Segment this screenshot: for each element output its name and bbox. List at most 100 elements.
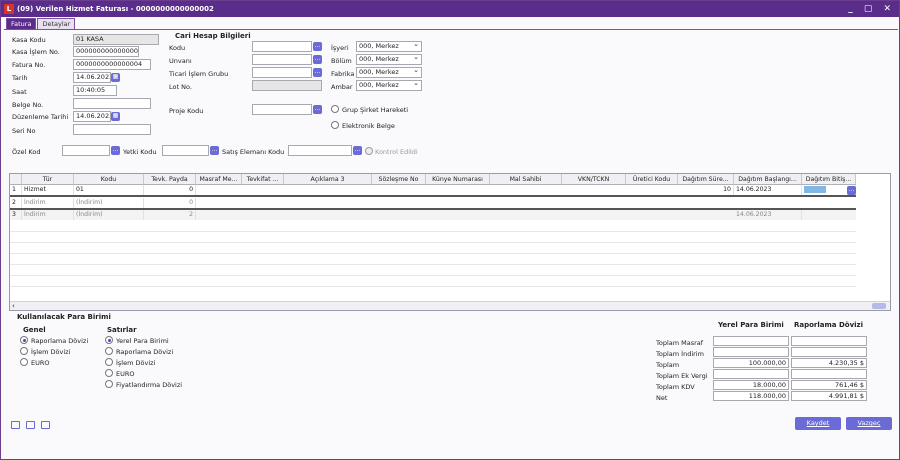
- grid-line: [10, 242, 856, 243]
- satir-option-label: Fiyatlandırma Dövizi: [116, 381, 183, 389]
- row-kodu[interactable]: 01: [74, 185, 144, 195]
- notes-icon[interactable]: [41, 421, 50, 429]
- genel-option-label: EURO: [31, 359, 50, 367]
- grid-header[interactable]: Masraf Me...: [196, 174, 242, 185]
- row-tur[interactable]: İndirim: [22, 210, 74, 220]
- total-rapor: 4.230,35 $: [791, 358, 867, 368]
- calendar-icon[interactable]: ▦: [111, 112, 120, 121]
- tarih-field[interactable]: 14.06.2023: [73, 72, 111, 83]
- satir-islem-radio[interactable]: [105, 358, 113, 366]
- scroll-left-icon[interactable]: ‹: [12, 302, 15, 310]
- isyeri-label: İşyeri: [331, 44, 349, 52]
- grup-sirket-radio[interactable]: [331, 105, 339, 113]
- satir-fiyat-radio[interactable]: [105, 380, 113, 388]
- tarih-label: Tarih: [12, 74, 28, 82]
- grid-header[interactable]: VKN/TCKN: [562, 174, 626, 185]
- lookup-icon[interactable]: …: [313, 105, 322, 114]
- lookup-icon[interactable]: …: [111, 146, 120, 155]
- row-kodu[interactable]: (İndirim): [74, 198, 144, 208]
- scroll-thumb[interactable]: [872, 303, 886, 309]
- title-bar: L (09) Verilen Hizmet Faturası - 0000000…: [1, 1, 899, 17]
- window-controls[interactable]: _ ▢ ✕: [848, 1, 895, 17]
- bolum-label: Bölüm: [331, 57, 352, 65]
- ozel-kod-field[interactable]: [62, 145, 110, 156]
- grid-header[interactable]: Sözleşme No: [372, 174, 426, 185]
- proje-kodu-field[interactable]: [252, 104, 312, 115]
- grid-header[interactable]: Kodu: [74, 174, 144, 185]
- row-payda[interactable]: 0: [144, 185, 196, 195]
- save-button[interactable]: Kaydet: [795, 417, 841, 430]
- row-sure[interactable]: 10: [678, 185, 734, 195]
- ticari-islem-field[interactable]: [252, 67, 312, 78]
- bolum-select[interactable]: 000, Merkez: [356, 54, 422, 65]
- row-baslangic[interactable]: 14.06.2023: [734, 210, 802, 220]
- lookup-icon[interactable]: …: [313, 55, 322, 64]
- satir-yerel-radio[interactable]: [105, 336, 113, 344]
- grid-header[interactable]: Tevkifat ...: [242, 174, 284, 185]
- fatura-no-field[interactable]: 0000000000000004: [73, 59, 151, 70]
- yetki-kodu-field[interactable]: [162, 145, 209, 156]
- genel-option-label: Raporlama Dövizi: [31, 337, 89, 345]
- grid-header[interactable]: Tevk. Payda: [144, 174, 196, 185]
- table-row[interactable]: 2 İndirim (İndirim) 0: [10, 198, 856, 208]
- belge-no-label: Belge No.: [12, 101, 44, 109]
- satir-raporlama-radio[interactable]: [105, 347, 113, 355]
- table-row[interactable]: 1 Hizmet 01 0 10 14.06.2023 …: [10, 185, 856, 195]
- row-baslangic[interactable]: 14.06.2023: [734, 185, 802, 195]
- row-bitis-value[interactable]: [804, 185, 826, 193]
- kasa-islem-no-field[interactable]: 0000000000000002: [73, 46, 139, 57]
- saat-field[interactable]: 10:40:05: [73, 85, 117, 96]
- row-tur[interactable]: Hizmet: [22, 185, 74, 195]
- cari-kodu-field[interactable]: [252, 41, 312, 52]
- row-payda[interactable]: 2: [144, 210, 196, 220]
- saat-label: Saat: [12, 88, 27, 96]
- tab-fatura[interactable]: Fatura: [6, 18, 37, 29]
- total-yerel: 18.000,00: [713, 380, 789, 390]
- grid-header[interactable]: Mal Sahibi: [490, 174, 562, 185]
- belge-no-field[interactable]: [73, 98, 151, 109]
- cancel-button[interactable]: Vazgeç: [846, 417, 892, 430]
- seri-no-field[interactable]: [73, 124, 151, 135]
- grid-header[interactable]: Açıklama 3: [284, 174, 372, 185]
- grid-header[interactable]: Üretici Kodu: [626, 174, 678, 185]
- grid-header[interactable]: Künye Numarası: [426, 174, 490, 185]
- lookup-icon[interactable]: …: [210, 146, 219, 155]
- attachment-icon[interactable]: [11, 421, 20, 429]
- elektronik-belge-radio[interactable]: [331, 121, 339, 129]
- total-label: Net: [656, 394, 668, 402]
- cari-kodu-label: Kodu: [169, 44, 186, 52]
- grid-header[interactable]: Dağıtım Bitiş...: [802, 174, 856, 185]
- ticari-islem-label: Ticari İşlem Grubu: [169, 70, 229, 78]
- genel-islem-radio[interactable]: [20, 347, 28, 355]
- genel-euro-radio[interactable]: [20, 358, 28, 366]
- calendar-icon[interactable]: ▦: [111, 73, 120, 82]
- satis-elemani-field[interactable]: [288, 145, 352, 156]
- isyeri-select[interactable]: 000, Merkez: [356, 41, 422, 52]
- table-row[interactable]: 3 İndirim (İndirim) 2 14.06.2023: [10, 210, 856, 220]
- satir-euro-radio[interactable]: [105, 369, 113, 377]
- grid-header[interactable]: Tür: [22, 174, 74, 185]
- total-yerel: [713, 336, 789, 346]
- row-payda[interactable]: 0: [144, 198, 196, 208]
- lookup-icon[interactable]: …: [313, 42, 322, 51]
- genel-title: Genel: [23, 326, 46, 334]
- ozel-kod-label: Özel Kod: [12, 148, 41, 156]
- genel-raporlama-radio[interactable]: [20, 336, 28, 344]
- document-icon[interactable]: [26, 421, 35, 429]
- duzenleme-tarihi-field[interactable]: 14.06.2023: [73, 111, 111, 122]
- lookup-icon[interactable]: …: [847, 186, 856, 195]
- lookup-icon[interactable]: …: [313, 68, 322, 77]
- window-title: (09) Verilen Hizmet Faturası - 000000000…: [17, 5, 214, 13]
- unvani-field[interactable]: [252, 54, 312, 65]
- ambar-select[interactable]: 000, Merkez: [356, 80, 422, 91]
- tab-detaylar[interactable]: Detaylar: [37, 18, 76, 29]
- horizontal-scrollbar[interactable]: ‹: [10, 301, 890, 310]
- lookup-icon[interactable]: …: [353, 146, 362, 155]
- grid-header[interactable]: Dağıtım Başlangı...: [734, 174, 802, 185]
- fabrika-select[interactable]: 000, Merkez: [356, 67, 422, 78]
- row-tur[interactable]: İndirim: [22, 198, 74, 208]
- yerel-header: Yerel Para Birimi: [718, 321, 784, 329]
- duzenleme-tarihi-label: Düzenleme Tarihi: [12, 113, 69, 121]
- grid-header[interactable]: Dağıtım Süre...: [678, 174, 734, 185]
- row-kodu[interactable]: (İndirim): [74, 210, 144, 220]
